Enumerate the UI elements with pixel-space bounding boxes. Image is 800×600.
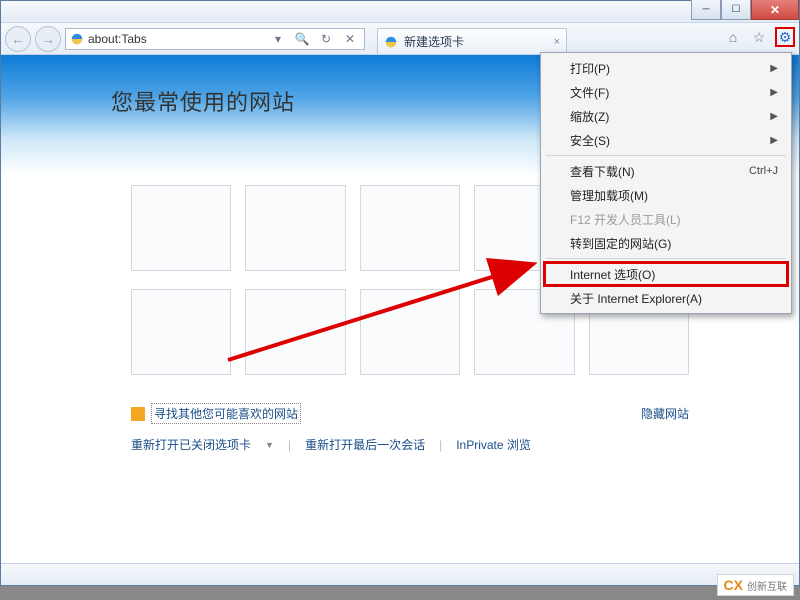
menu-label: 查看下载(N) xyxy=(570,163,635,180)
menu-pinned-sites[interactable]: 转到固定的网站(G) xyxy=(544,231,788,255)
refresh-icon[interactable]: ↻ xyxy=(316,32,336,46)
navbar: ← → ▾ 🔍 ↻ ✕ 新建选项卡 × ⌂ ☆ ⚙ xyxy=(1,23,799,55)
site-tile[interactable] xyxy=(360,185,460,271)
stop-icon[interactable]: ✕ xyxy=(340,32,360,46)
home-icon[interactable]: ⌂ xyxy=(723,27,743,47)
watermark-text: 创新互联 xyxy=(747,578,787,593)
menu-label: 转到固定的网站(G) xyxy=(570,235,671,252)
tools-gear-icon[interactable]: ⚙ xyxy=(775,27,795,47)
menu-separator xyxy=(546,155,786,156)
tab-new[interactable]: 新建选项卡 × xyxy=(377,28,567,54)
menu-f12-devtools: F12 开发人员工具(L) xyxy=(544,207,788,231)
reopen-last-link[interactable]: 重新打开最后一次会话 xyxy=(305,436,425,453)
menu-separator xyxy=(546,258,786,259)
tools-menu: 打印(P) ▶ 文件(F) ▶ 缩放(Z) ▶ 安全(S) ▶ 查看下载(N) Ctrl+… xyxy=(540,52,792,314)
address-input[interactable] xyxy=(88,32,264,46)
reopen-closed-link[interactable]: 重新打开已关闭选项卡 xyxy=(131,436,251,453)
forward-button[interactable]: → xyxy=(35,26,61,52)
menu-label: F12 开发人员工具(L) xyxy=(570,211,681,228)
menu-label: 安全(S) xyxy=(570,132,610,149)
menu-safety[interactable]: 安全(S) ▶ xyxy=(544,128,788,152)
watermark-logo: CX xyxy=(724,577,743,593)
separator: | xyxy=(439,438,442,452)
menu-manage-addons[interactable]: 管理加载项(M) xyxy=(544,183,788,207)
discover-sites-link[interactable]: 寻找其他您可能喜欢的网站 xyxy=(151,403,301,424)
tab-close-icon[interactable]: × xyxy=(554,36,560,48)
menu-file[interactable]: 文件(F) ▶ xyxy=(544,80,788,104)
address-bar[interactable]: ▾ 🔍 ↻ ✕ xyxy=(65,28,365,50)
chevron-down-icon: ▼ xyxy=(265,440,274,450)
site-tile[interactable] xyxy=(360,289,460,375)
tab-title: 新建选项卡 xyxy=(404,33,464,50)
submenu-arrow-icon: ▶ xyxy=(770,87,778,98)
menu-internet-options[interactable]: Internet 选项(O) xyxy=(544,262,788,286)
submenu-arrow-icon: ▶ xyxy=(770,111,778,122)
menu-print[interactable]: 打印(P) ▶ xyxy=(544,56,788,80)
site-tile[interactable] xyxy=(245,185,345,271)
statusbar xyxy=(1,563,799,585)
site-tile[interactable] xyxy=(245,289,345,375)
menu-shortcut: Ctrl+J xyxy=(749,165,778,177)
menu-label: 打印(P) xyxy=(570,60,610,77)
search-icon[interactable]: 🔍 xyxy=(292,32,312,46)
menu-label: 关于 Internet Explorer(A) xyxy=(570,290,702,307)
menu-label: 文件(F) xyxy=(570,84,609,101)
actions-row: 重新打开已关闭选项卡 ▼ | 重新打开最后一次会话 | InPrivate 浏览 xyxy=(1,424,799,453)
discover-row: 寻找其他您可能喜欢的网站 隐藏网站 xyxy=(1,393,799,424)
ie-icon xyxy=(384,35,398,49)
window-controls: ─ ☐ ✕ xyxy=(691,0,799,20)
menu-about-ie[interactable]: 关于 Internet Explorer(A) xyxy=(544,286,788,310)
bulb-icon xyxy=(131,407,145,421)
maximize-button[interactable]: ☐ xyxy=(721,0,751,20)
submenu-arrow-icon: ▶ xyxy=(770,63,778,74)
titlebar[interactable]: ─ ☐ ✕ xyxy=(1,1,799,23)
ie-icon xyxy=(70,32,84,46)
back-button[interactable]: ← xyxy=(5,26,31,52)
inprivate-link[interactable]: InPrivate 浏览 xyxy=(456,436,531,453)
site-tile[interactable] xyxy=(131,185,231,271)
menu-zoom[interactable]: 缩放(Z) ▶ xyxy=(544,104,788,128)
favorites-icon[interactable]: ☆ xyxy=(749,27,769,47)
submenu-arrow-icon: ▶ xyxy=(770,135,778,146)
watermark: CX 创新互联 xyxy=(717,574,794,596)
menu-label: Internet 选项(O) xyxy=(570,266,655,283)
menu-label: 缩放(Z) xyxy=(570,108,609,125)
menu-label: 管理加载项(M) xyxy=(570,187,648,204)
address-dropdown-icon[interactable]: ▾ xyxy=(268,32,288,46)
separator: | xyxy=(288,438,291,452)
hide-sites-link[interactable]: 隐藏网站 xyxy=(641,405,689,422)
menu-view-downloads[interactable]: 查看下载(N) Ctrl+J xyxy=(544,159,788,183)
window-close-button[interactable]: ✕ xyxy=(751,0,799,20)
toolbar-right: ⌂ ☆ ⚙ xyxy=(723,27,795,47)
site-tile[interactable] xyxy=(131,289,231,375)
minimize-button[interactable]: ─ xyxy=(691,0,721,20)
